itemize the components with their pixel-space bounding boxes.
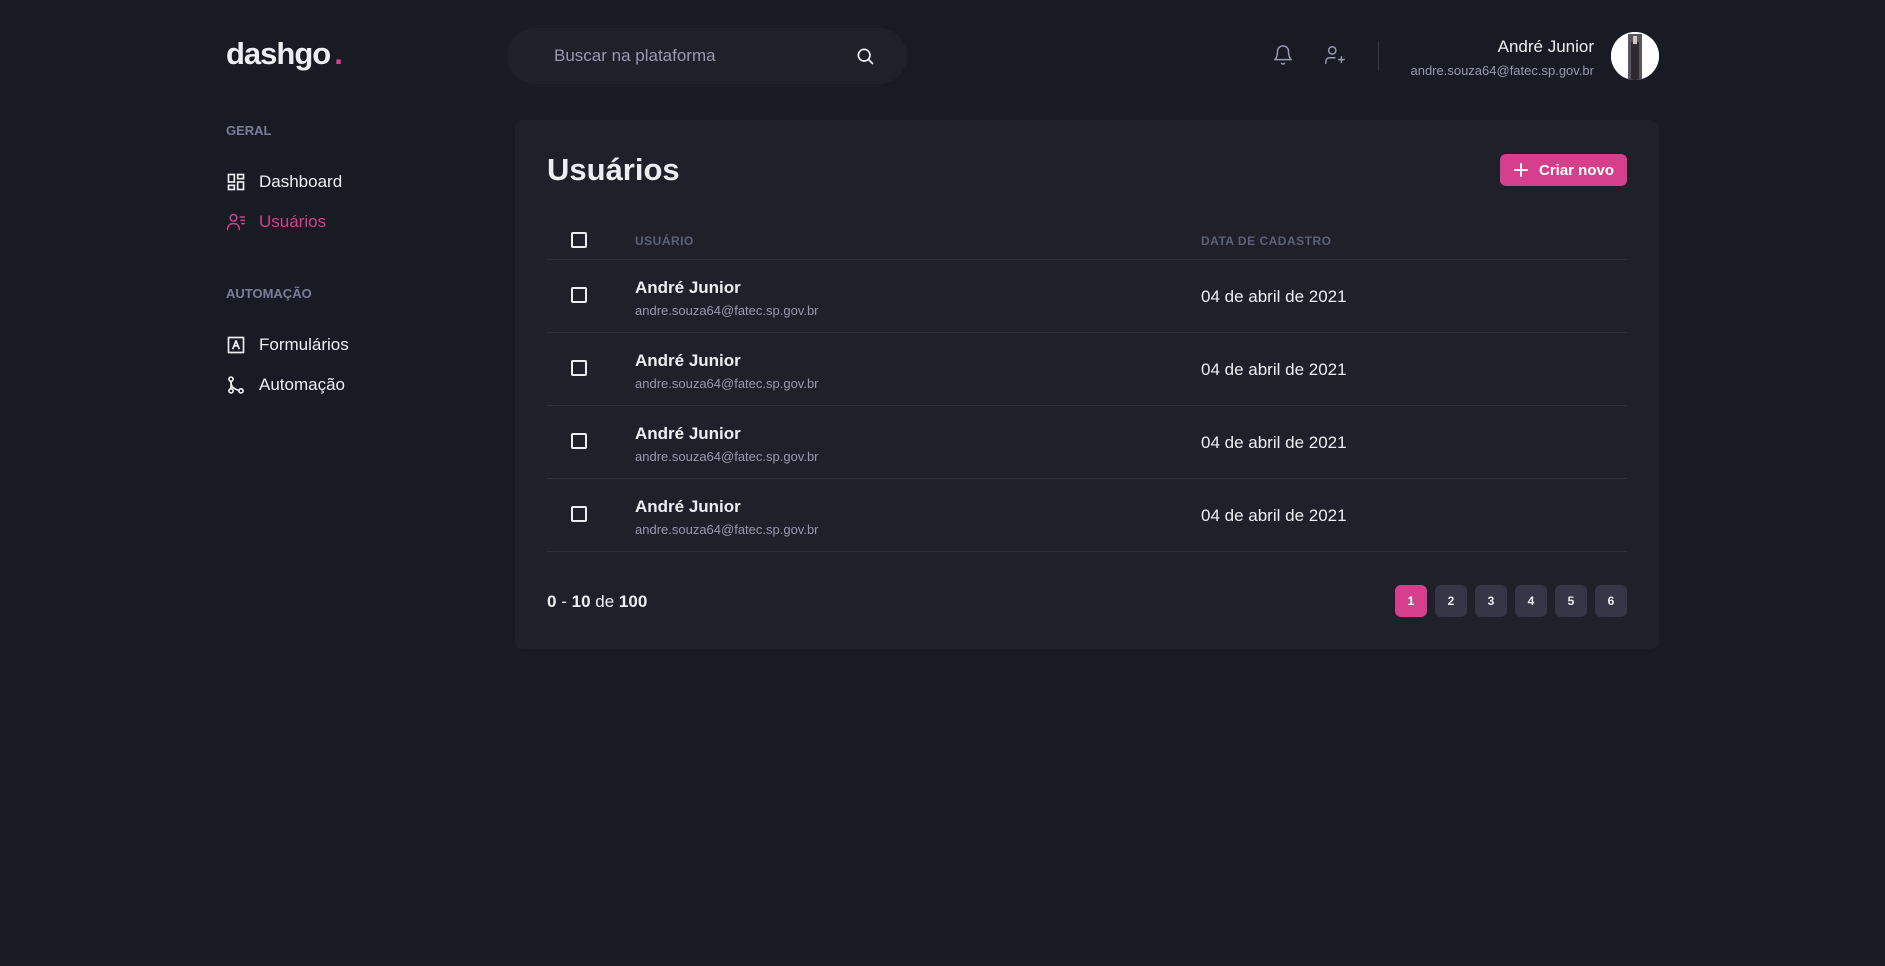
logo: dashgo. [226, 36, 343, 72]
user-cell: André Junior andre.souza64@fatec.sp.gov.… [635, 351, 819, 391]
page-button-2[interactable]: 2 [1435, 585, 1467, 617]
profile-email: andre.souza64@fatec.sp.gov.br [1410, 63, 1594, 78]
user-name: André Junior [635, 497, 741, 516]
search-input[interactable] [554, 46, 855, 66]
registration-date: 04 de abril de 2021 [1201, 360, 1347, 379]
profile-name: André Junior [1497, 37, 1594, 56]
profile-info: André Junior andre.souza64@fatec.sp.gov.… [1410, 37, 1594, 78]
page-button-4[interactable]: 4 [1515, 585, 1547, 617]
user-email: andre.souza64@fatec.sp.gov.br [635, 522, 819, 537]
pagination-info: 0 - 10 de 100 [547, 592, 647, 612]
add-user-icon[interactable] [1324, 44, 1346, 66]
table-row: André Junior andre.souza64@fatec.sp.gov.… [547, 479, 1627, 552]
form-icon [226, 335, 246, 355]
table-row: André Junior andre.souza64@fatec.sp.gov.… [547, 406, 1627, 479]
user-email: andre.souza64@fatec.sp.gov.br [635, 303, 819, 318]
header-divider [1378, 41, 1379, 71]
pagination-to: 10 [571, 592, 591, 611]
registration-date: 04 de abril de 2021 [1201, 506, 1347, 525]
sidebar-item-usuarios[interactable]: Usuários [226, 212, 326, 232]
create-new-label: Criar novo [1538, 161, 1614, 179]
registration-date: 04 de abril de 2021 [1201, 287, 1347, 306]
header-actions [1272, 44, 1346, 66]
page-button-3[interactable]: 3 [1475, 585, 1507, 617]
dashboard-icon [226, 172, 246, 192]
sidebar-item-label: Formulários [259, 335, 349, 354]
user-name: André Junior [635, 278, 741, 297]
user-email: andre.souza64@fatec.sp.gov.br [635, 376, 819, 391]
users-table: USUÁRIO DATA DE CADASTRO André Junior an… [547, 220, 1627, 552]
table-row: André Junior andre.souza64@fatec.sp.gov.… [547, 333, 1627, 406]
select-all-checkbox[interactable] [571, 232, 587, 248]
pagination-separator: - [561, 592, 567, 611]
user-cell: André Junior andre.souza64@fatec.sp.gov.… [635, 424, 819, 464]
pagination-from: 0 [547, 592, 557, 611]
registration-date: 04 de abril de 2021 [1201, 433, 1347, 452]
page-title: Usuários [547, 152, 680, 187]
sidebar-item-label: Dashboard [259, 172, 343, 191]
avatar[interactable] [1611, 32, 1659, 80]
user-email: andre.souza64@fatec.sp.gov.br [635, 449, 819, 464]
pagination-of-label: de [595, 592, 615, 611]
user-name: André Junior [635, 424, 741, 443]
search-icon[interactable] [855, 46, 875, 66]
sidebar-section-title: AUTOMAÇÃO [226, 286, 312, 301]
sidebar-item-label: Automação [259, 375, 345, 394]
pagination-total: 100 [618, 592, 648, 611]
create-new-button[interactable]: Criar novo [1499, 154, 1627, 186]
search-bar[interactable] [507, 28, 907, 84]
row-checkbox[interactable] [571, 360, 587, 376]
sidebar-item-dashboard[interactable]: Dashboard [226, 172, 342, 192]
git-branch-icon [226, 375, 246, 395]
table-header: USUÁRIO DATA DE CADASTRO [547, 220, 1627, 260]
sidebar-item-label: Usuários [259, 212, 327, 231]
user-cell: André Junior andre.souza64@fatec.sp.gov.… [635, 278, 819, 318]
table-row: André Junior andre.souza64@fatec.sp.gov.… [547, 260, 1627, 333]
plus-icon [1513, 162, 1529, 178]
column-header-user: USUÁRIO [635, 234, 694, 248]
logo-text: dashgo [226, 36, 331, 71]
column-header-date: DATA DE CADASTRO [1201, 234, 1332, 248]
bell-icon[interactable] [1272, 44, 1294, 66]
row-checkbox[interactable] [571, 506, 587, 522]
sidebar-item-automacao[interactable]: Automação [226, 375, 345, 395]
sidebar-section-title: GERAL [226, 123, 272, 138]
user-name: André Junior [635, 351, 741, 370]
pagination: 1 2 3 4 5 6 [1395, 585, 1627, 617]
users-card: Usuários Criar novo USUÁRIO DATA DE CADA… [515, 120, 1659, 649]
user-cell: André Junior andre.souza64@fatec.sp.gov.… [635, 497, 819, 537]
users-icon [226, 212, 246, 232]
page-button-1[interactable]: 1 [1395, 585, 1427, 617]
logo-dot: . [334, 36, 343, 71]
sidebar-item-formularios[interactable]: Formulários [226, 335, 349, 355]
row-checkbox[interactable] [571, 433, 587, 449]
page-button-5[interactable]: 5 [1555, 585, 1587, 617]
row-checkbox[interactable] [571, 287, 587, 303]
page-button-6[interactable]: 6 [1595, 585, 1627, 617]
